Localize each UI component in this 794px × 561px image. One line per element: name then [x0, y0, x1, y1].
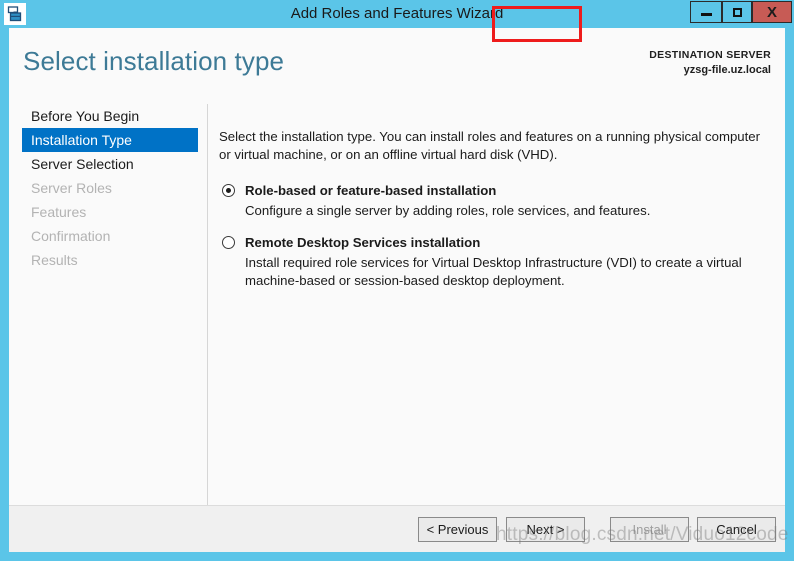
option-label-role-based: Role-based or feature-based installation [245, 183, 497, 198]
wizard-window: Add Roles and Features Wizard X Select i… [0, 0, 794, 561]
sidebar-item-before-you-begin[interactable]: Before You Begin [9, 104, 198, 128]
sidebar-item-features: Features [31, 204, 87, 220]
next-button[interactable]: Next > [506, 517, 585, 542]
sidebar-item-confirmation: Confirmation [31, 228, 111, 244]
main-content: Select the installation type. You can in… [219, 128, 774, 304]
minimize-button[interactable] [690, 1, 722, 23]
sidebar-divider [207, 104, 208, 526]
wizard-footer: < Previous Next > Install Cancel [9, 505, 785, 552]
client-area: Select installation type DESTINATION SER… [9, 28, 785, 552]
maximize-button[interactable] [722, 1, 752, 23]
page-header: Select installation type DESTINATION SER… [9, 28, 785, 96]
minimize-icon [700, 13, 712, 16]
option-description-role-based: Configure a single server by adding role… [245, 203, 651, 218]
install-button: Install [610, 517, 689, 542]
radio-remote-desktop-services[interactable] [222, 236, 235, 249]
option-description-remote-desktop: Install required role services for Virtu… [245, 255, 742, 288]
instruction-text: Select the installation type. You can in… [219, 129, 761, 162]
cancel-button[interactable]: Cancel [697, 517, 776, 542]
sidebar-item-results: Results [31, 252, 78, 268]
option-remote-desktop-services-installation[interactable]: Remote Desktop Services installation Ins… [219, 234, 774, 290]
option-role-based-installation[interactable]: Role-based or feature-based installation… [219, 182, 774, 220]
sidebar-item-server-selection[interactable]: Server Selection [9, 152, 198, 176]
previous-button[interactable]: < Previous [418, 517, 497, 542]
window-title: Add Roles and Features Wizard [290, 5, 504, 22]
sidebar-item-server-roles: Server Roles [31, 180, 112, 196]
close-button[interactable]: X [752, 1, 792, 23]
maximize-icon [732, 7, 742, 17]
destination-server-name: yzsg-file.uz.local [683, 64, 771, 76]
title-bar: Add Roles and Features Wizard X [0, 0, 794, 28]
radio-role-based-installation[interactable] [222, 184, 235, 197]
destination-server-block: DESTINATION SERVER yzsg-file.uz.local [649, 48, 771, 77]
page-title: Select installation type [23, 46, 285, 76]
sidebar-item-installation-type[interactable]: Installation Type [22, 128, 198, 152]
wizard-navigation: Before You Begin Installation Type Serve… [9, 104, 198, 272]
destination-server-label: DESTINATION SERVER [649, 49, 771, 61]
option-label-remote-desktop: Remote Desktop Services installation [245, 235, 481, 250]
